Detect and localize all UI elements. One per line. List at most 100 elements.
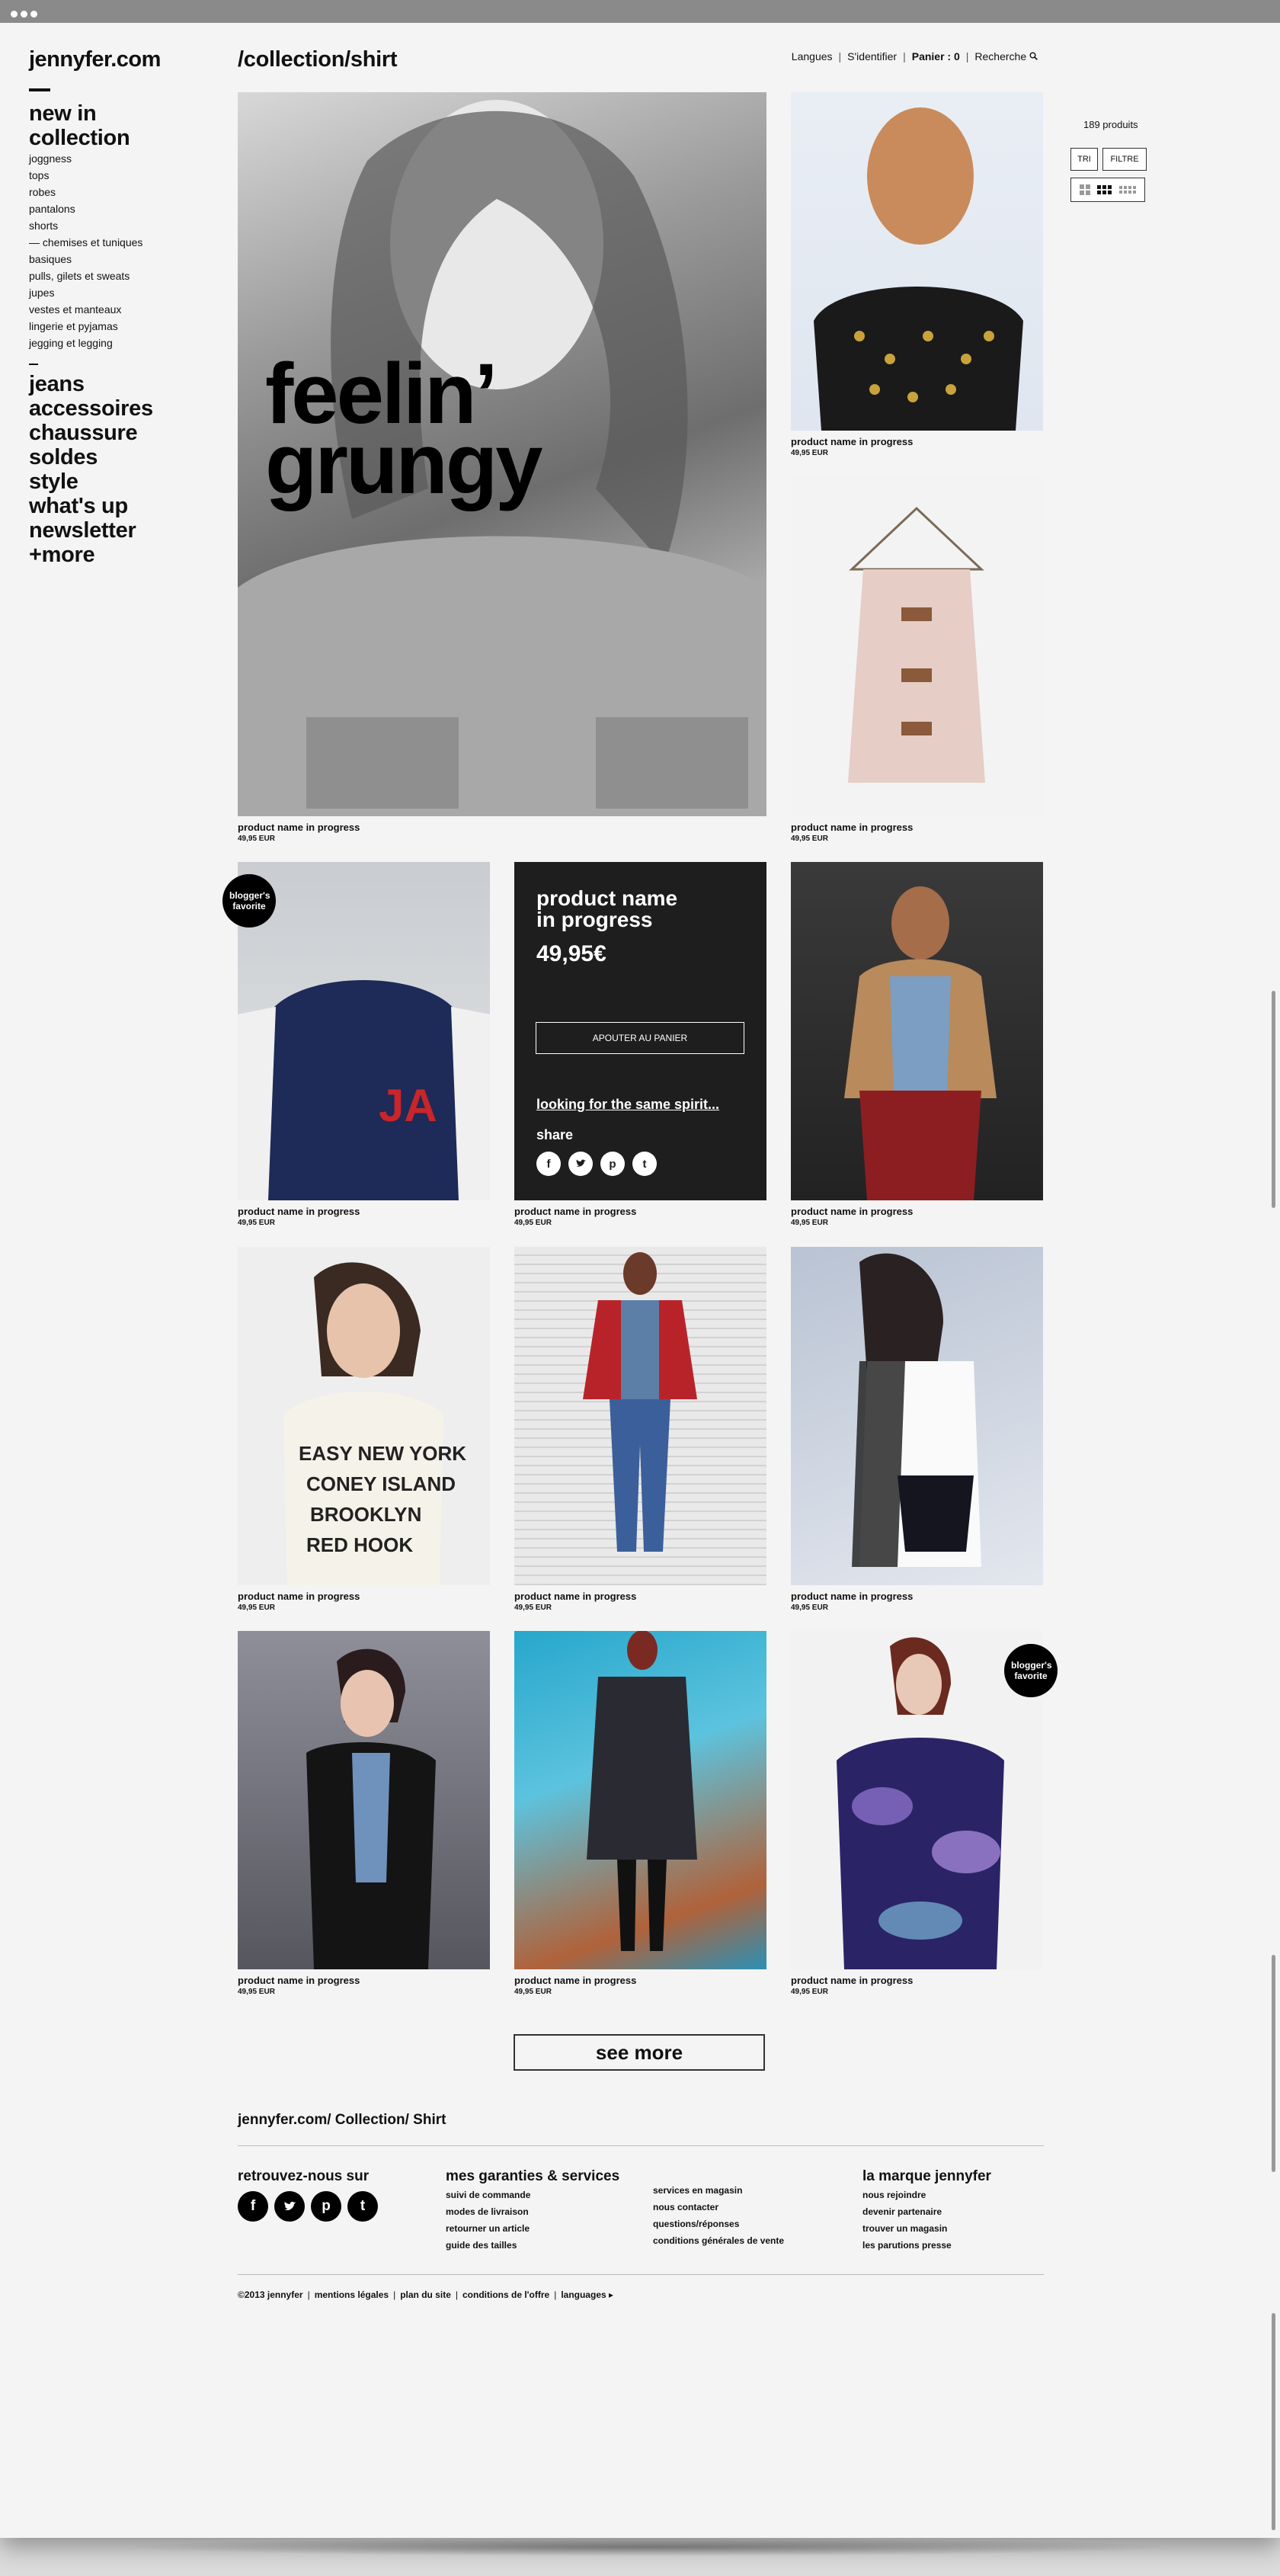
nav-newsletter[interactable]: newsletter [29, 518, 153, 543]
product-caption[interactable]: product name in progress 49,95 EUR [514, 1206, 636, 1229]
product-caption[interactable]: product name in progress 49,95 EUR [238, 1975, 360, 1998]
footer-link[interactable]: modes de livraison [446, 2203, 530, 2220]
product-caption[interactable]: product name in progress 49,95 EUR [514, 1975, 636, 1998]
product-image[interactable] [791, 1631, 1043, 1969]
card-price: 49,95€ [536, 941, 606, 966]
nav-whats-up[interactable]: what's up [29, 494, 153, 518]
cart-link[interactable]: Panier : 0 [912, 50, 960, 62]
same-spirit-link[interactable]: looking for the same spirit... [536, 1097, 719, 1113]
product-hover-card[interactable]: product name in progress 49,95€ APOUTER … [514, 862, 766, 1200]
hero-line-2: grungy [265, 416, 543, 511]
product-image[interactable] [514, 1247, 766, 1585]
see-more-button[interactable]: see more [514, 2034, 765, 2071]
languages-link[interactable]: languages ▸ [561, 2289, 613, 2300]
scrollbar-thumb[interactable] [1272, 1955, 1275, 2172]
subnav-item[interactable]: jupes [29, 284, 142, 301]
subnav-item[interactable]: shorts [29, 217, 142, 234]
footer-link[interactable]: nous rejoindre [862, 2187, 952, 2203]
langues-link[interactable]: Langues [792, 50, 833, 62]
follow-heading: retrouvez-nous sur [238, 2168, 370, 2184]
subnav-item[interactable]: pulls, gilets et sweats [29, 268, 142, 284]
subnav-item[interactable]: pantalons [29, 200, 142, 217]
product-image[interactable] [791, 862, 1043, 1200]
subnav-item[interactable]: tops [29, 167, 142, 184]
window-controls[interactable] [11, 8, 40, 21]
subnav-item[interactable]: jegging et legging [29, 335, 142, 351]
subnav-item[interactable]: vestes et manteaux [29, 301, 142, 318]
add-to-cart-button[interactable]: APOUTER AU PANIER [536, 1022, 744, 1054]
tumblr-icon[interactable]: t [347, 2191, 378, 2222]
footer-link[interactable]: retourner un article [446, 2220, 530, 2237]
grid-2-icon[interactable] [1079, 184, 1090, 195]
product-caption[interactable]: product name in progress 49,95 EUR [238, 1206, 360, 1229]
product-photo [844, 886, 997, 1200]
title-bar [0, 0, 1280, 23]
product-image[interactable] [791, 1247, 1043, 1585]
product-image[interactable] [238, 1631, 490, 1969]
filter-button[interactable]: FILTRE [1102, 148, 1147, 171]
product-count: 189 produits [1083, 119, 1138, 130]
nav-soldes[interactable]: soldes [29, 445, 153, 469]
legal-link[interactable]: conditions de l'offre [462, 2289, 549, 2300]
product-image[interactable]: JA [238, 862, 490, 1200]
scrollbar-thumb[interactable] [1272, 2313, 1275, 2530]
search-icon[interactable] [1029, 50, 1038, 62]
nav-accessoires[interactable]: accessoires [29, 396, 153, 421]
product-caption[interactable]: product name in progress 49,95 EUR [791, 1975, 913, 1998]
facebook-icon[interactable]: f [238, 2191, 268, 2222]
grid-4-icon[interactable] [1119, 186, 1137, 194]
product-caption[interactable]: product name in progress 49,95 EUR [238, 1591, 360, 1613]
nav-more[interactable]: +more [29, 543, 153, 567]
legal-link[interactable]: mentions légales [315, 2289, 389, 2300]
product-caption[interactable]: product name in progress 49,95 EUR [791, 1591, 913, 1613]
subnav-item-active[interactable]: — chemises et tuniques [29, 234, 142, 251]
product-caption[interactable]: product name in progress 49,95 EUR [791, 436, 913, 459]
product-caption[interactable]: product name in progress 49,95 EUR [514, 1591, 636, 1613]
subnav-item[interactable]: joggness [29, 150, 142, 167]
guarantees-links-1: suivi de commande modes de livraison ret… [446, 2187, 530, 2254]
search-link[interactable]: Recherche [974, 50, 1026, 62]
login-link[interactable]: S'identifier [847, 50, 897, 62]
nav-jeans[interactable]: jeans [29, 372, 153, 396]
footer-link[interactable]: trouver un magasin [862, 2220, 952, 2237]
footer-link[interactable]: conditions générales de vente [653, 2232, 784, 2249]
nav-chaussure[interactable]: chaussure [29, 421, 153, 445]
footer-link[interactable]: guide des tailles [446, 2237, 530, 2254]
subnav-item[interactable]: lingerie et pyjamas [29, 318, 142, 335]
footer-link[interactable]: questions/réponses [653, 2216, 784, 2232]
nav-style[interactable]: style [29, 469, 153, 494]
card-product-name: product name in progress [536, 886, 678, 931]
legal-link[interactable]: plan du site [400, 2289, 451, 2300]
nav-collection[interactable]: collection [29, 126, 130, 150]
product-caption[interactable]: product name in progress 49,95 EUR [791, 822, 913, 844]
sort-button[interactable]: TRI [1070, 148, 1098, 171]
footer-link[interactable]: nous contacter [653, 2199, 784, 2216]
facebook-icon[interactable]: f [536, 1152, 561, 1176]
footer-link[interactable]: les parutions presse [862, 2237, 952, 2254]
product-caption[interactable]: product name in progress 49,95 EUR [791, 1206, 913, 1229]
scrollbar-thumb[interactable] [1272, 991, 1275, 1208]
footer-link[interactable]: devenir partenaire [862, 2203, 952, 2220]
subnav-item[interactable]: robes [29, 184, 142, 200]
product-image[interactable] [791, 478, 1043, 816]
product-image[interactable]: EASY NEW YORK CONEY ISLAND BROOKLYN RED HOO… [238, 1247, 490, 1585]
site-logo[interactable]: jennyfer.com [29, 47, 161, 72]
secondary-nav: jeans accessoires chaussure soldes style… [29, 372, 153, 567]
twitter-icon[interactable] [274, 2191, 305, 2222]
pinterest-icon[interactable]: p [600, 1152, 625, 1176]
twitter-icon[interactable] [568, 1152, 593, 1176]
footer-link[interactable]: suivi de commande [446, 2187, 530, 2203]
brand-links: nous rejoindre devenir partenaire trouve… [862, 2187, 952, 2254]
nav-new-in[interactable]: new in [29, 101, 130, 126]
tumblr-icon[interactable]: t [632, 1152, 657, 1176]
footer-link[interactable]: services en magasin [653, 2182, 784, 2199]
product-image[interactable] [514, 1631, 766, 1969]
product-caption[interactable]: product name in progress 49,95 EUR [238, 822, 360, 844]
subnav-item[interactable]: basiques [29, 251, 142, 268]
grid-3-icon[interactable] [1097, 185, 1112, 194]
footer-divider [238, 2145, 1044, 2146]
hero-image[interactable]: feelin’ grungy [238, 92, 766, 816]
divider [29, 88, 50, 91]
product-image[interactable] [791, 92, 1043, 431]
pinterest-icon[interactable]: p [311, 2191, 341, 2222]
